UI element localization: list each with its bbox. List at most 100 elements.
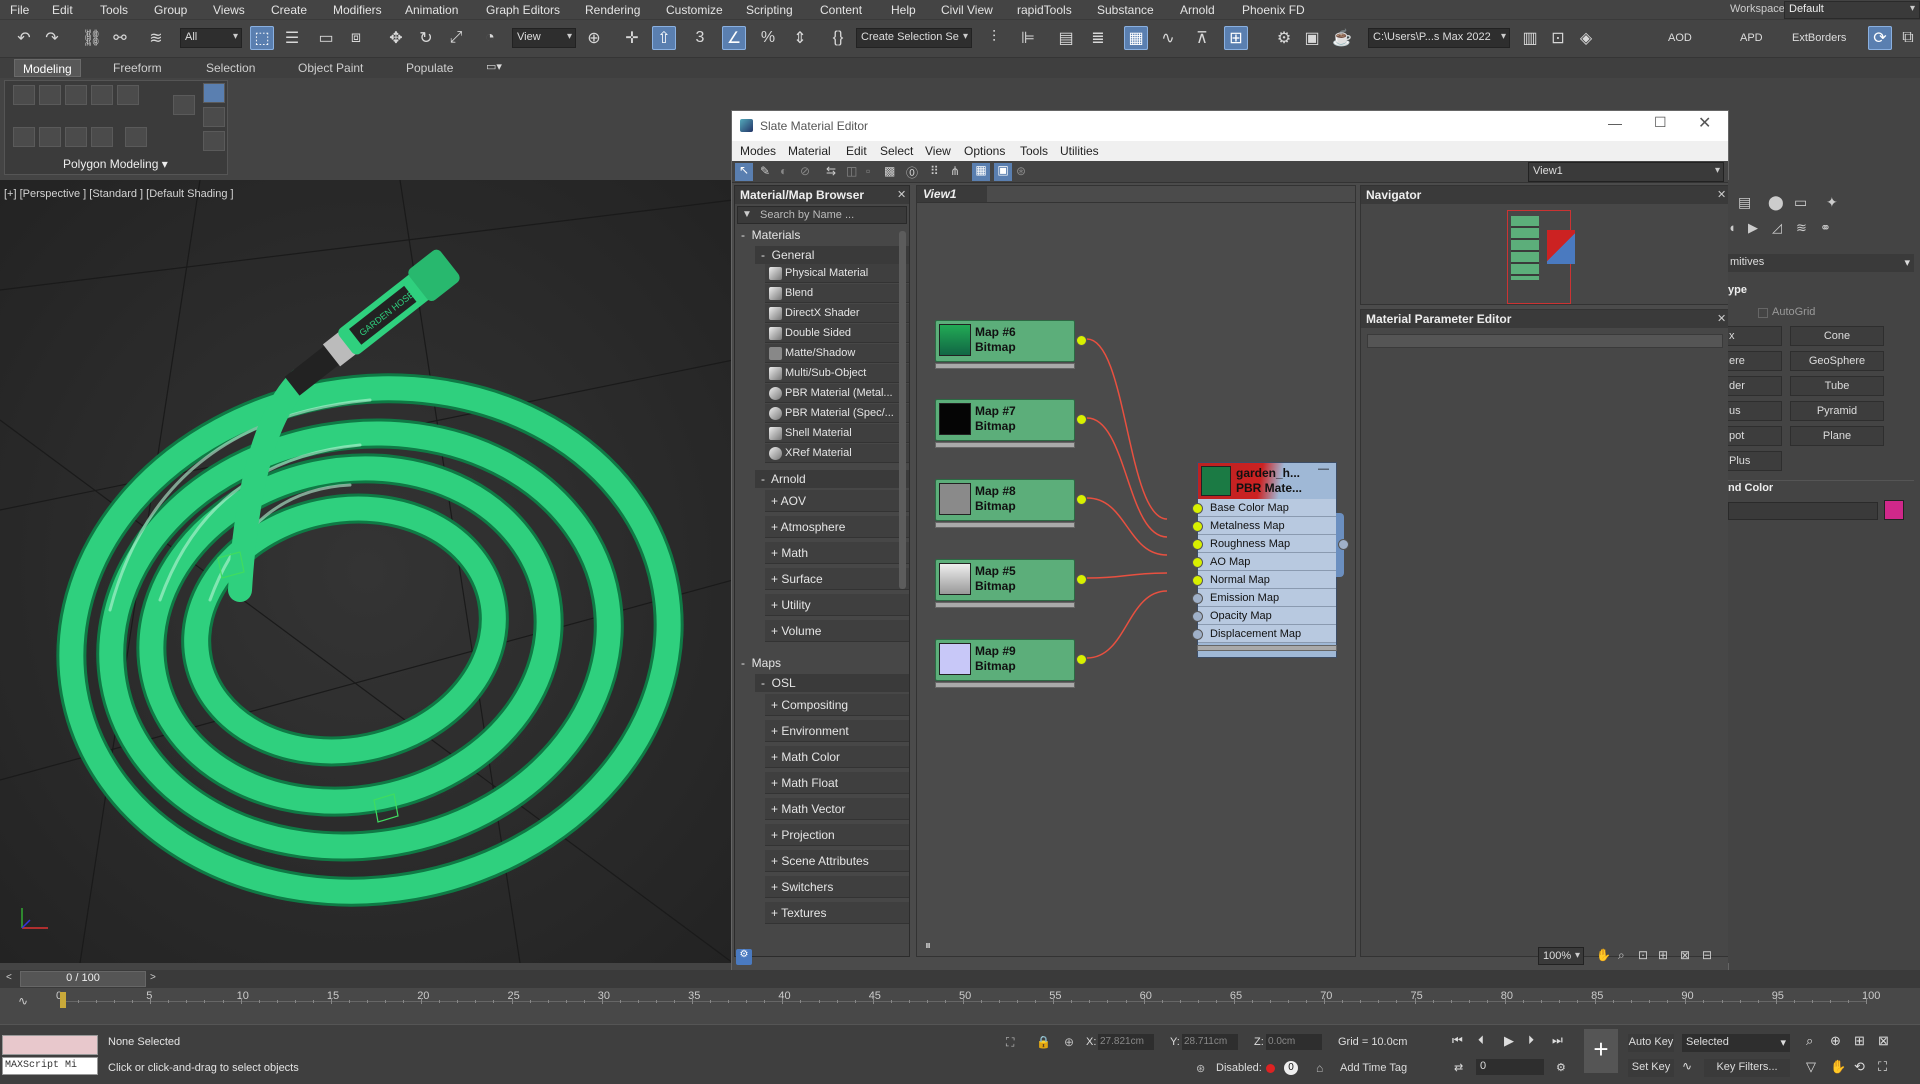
maximize-viewport-icon[interactable]: ⛶ [1878, 1059, 1887, 1075]
pin-stack-icon[interactable] [203, 83, 225, 103]
previous-modifier-icon[interactable] [39, 127, 61, 147]
curve-editor-icon[interactable]: ∿ [1156, 26, 1180, 50]
absolute-mode-icon[interactable]: ⊕ [1064, 1035, 1074, 1049]
select-tool-icon[interactable]: ↖ [735, 163, 753, 181]
pan-to-selected-icon[interactable]: ⊟ [1702, 948, 1712, 962]
angle-snap-icon[interactable]: ∠ [722, 26, 746, 50]
helpers-icon[interactable]: ◿ [1772, 220, 1782, 236]
menu-select[interactable]: Select [880, 144, 913, 158]
rect-selection-icon[interactable]: ▭ [314, 26, 338, 50]
spinner-snap-icon[interactable]: ⇕ [788, 26, 812, 50]
link-icon[interactable]: ⛓ [80, 26, 104, 50]
prev-key-icon[interactable]: ⏴ [1478, 1033, 1484, 1048]
arnold-category[interactable]: + Volume [765, 620, 909, 642]
zoom-extents-all-selected-icon[interactable]: ⊠ [1878, 1033, 1889, 1049]
output-socket[interactable] [1076, 335, 1087, 346]
slot-ao[interactable]: AO Map [1192, 553, 1336, 571]
element-mode-icon[interactable] [117, 85, 139, 105]
plane-button[interactable]: Plane [1790, 426, 1884, 446]
place-icon[interactable]: ◔ [478, 26, 502, 50]
apd-button[interactable]: APD [1740, 32, 1763, 44]
textplus-button[interactable]: Plus [1728, 451, 1782, 471]
minimize-icon[interactable]: — [1608, 115, 1622, 131]
torus-button[interactable]: us [1728, 401, 1782, 421]
align-icon[interactable]: ⊫ [1016, 26, 1040, 50]
object-type-rollout[interactable]: ype [1728, 284, 1747, 296]
default-in-out-tangent-icon[interactable]: ∿ [1682, 1059, 1692, 1073]
tab-object-paint[interactable]: Object Paint [290, 59, 371, 77]
parameter-editor-toggle-icon[interactable]: ▣ [994, 163, 1012, 181]
output-socket[interactable] [1076, 494, 1087, 505]
object-name-field[interactable] [1728, 502, 1878, 520]
goto-start-icon[interactable]: ⏮ [1452, 1033, 1463, 1048]
arnold-category[interactable]: + Atmosphere [765, 516, 909, 538]
viewport-label-menu[interactable]: [+] [Perspective ] [Standard ] [Default … [4, 188, 234, 200]
set-keys-icon[interactable]: + [1584, 1029, 1618, 1073]
material-item[interactable]: Shell Material [765, 424, 909, 443]
menu-scripting[interactable]: Scripting [746, 3, 793, 17]
goto-end-icon[interactable]: ⏭ [1552, 1033, 1563, 1048]
section-osl[interactable]: - OSL [755, 674, 909, 692]
object-color-swatch[interactable] [1884, 500, 1904, 520]
maximize-icon[interactable]: ☐ [1654, 114, 1667, 131]
scene-explorer-icon[interactable]: ▤ [1054, 26, 1078, 50]
show-map-icon[interactable]: ▫ [866, 164, 870, 178]
output-socket[interactable] [1076, 654, 1087, 665]
menu-phoenix-fd[interactable]: Phoenix FD [1242, 3, 1305, 17]
osl-category[interactable]: + Math Float [765, 772, 909, 794]
material-id-icon[interactable]: ⓪ [906, 164, 918, 181]
material-item[interactable]: Multi/Sub-Object [765, 364, 909, 383]
arnold-category[interactable]: + Math [765, 542, 909, 564]
view-select[interactable]: View1 [1528, 162, 1724, 182]
map-node[interactable]: Map #8 Bitmap [935, 479, 1087, 528]
menu-customize[interactable]: Customize [666, 3, 723, 17]
pyramid-button[interactable]: Pyramid [1790, 401, 1884, 421]
menu-modes[interactable]: Modes [740, 144, 776, 158]
name-color-rollout[interactable]: nd Color [1728, 482, 1773, 494]
arnold-category[interactable]: + Utility [765, 594, 909, 616]
material-item[interactable]: Blend [765, 284, 909, 303]
toggle-ribbon-icon[interactable]: ▦ [1124, 26, 1148, 50]
zoom-all-icon[interactable]: ⊕ [1830, 1033, 1841, 1049]
section-maps[interactable]: - Maps [741, 656, 781, 670]
edit-named-sets-icon[interactable]: {} [826, 26, 850, 50]
menu-utilities[interactable]: Utilities [1060, 144, 1099, 158]
map-node[interactable]: Map #5 Bitmap [935, 559, 1087, 608]
modify-tab-icon[interactable]: ▤ [1738, 194, 1751, 211]
key-filters-button[interactable]: Key Filters... [1704, 1059, 1790, 1077]
menu-edit[interactable]: Edit [52, 3, 73, 17]
undo-icon[interactable]: ↶ [12, 26, 36, 50]
menu-rendering[interactable]: Rendering [585, 3, 640, 17]
rendered-frame-window-icon[interactable]: ▣ [1300, 26, 1324, 50]
primitives-dropdown[interactable]: mitives ▾ [1728, 254, 1914, 272]
pan-icon[interactable]: ✋ [1596, 948, 1611, 962]
sphere-button[interactable]: ere [1728, 351, 1782, 371]
show-background-icon[interactable]: ▩ [884, 164, 895, 178]
set-key-button[interactable]: Set Key [1628, 1059, 1674, 1077]
menu-help[interactable]: Help [891, 3, 916, 17]
menu-arnold[interactable]: Arnold [1180, 3, 1215, 17]
cylinder-button[interactable]: der [1728, 376, 1782, 396]
ref-coord-select[interactable]: View [512, 28, 576, 48]
current-frame-field[interactable]: 0 [1476, 1059, 1544, 1075]
record-icon[interactable] [1266, 1064, 1275, 1073]
next-frame-icon[interactable]: > [150, 972, 156, 983]
osl-category[interactable]: + Projection [765, 824, 909, 846]
zoom-icon[interactable]: ⌕ [1618, 948, 1625, 963]
extra-tools-icon[interactable]: ⧉ [1896, 26, 1920, 50]
menu-tools[interactable]: Tools [100, 3, 128, 17]
tab-modeling[interactable]: Modeling [14, 59, 81, 77]
pbr-output-socket[interactable] [1338, 539, 1349, 550]
percent-snap-icon[interactable]: % [756, 26, 780, 50]
section-materials[interactable]: - Materials [741, 228, 800, 242]
time-slider[interactable]: 0 / 100 [20, 971, 146, 987]
auto-key-button[interactable]: Auto Key [1628, 1034, 1674, 1052]
menu-group[interactable]: Group [154, 3, 187, 17]
named-selection-set-select[interactable]: Create Selection Se [856, 28, 972, 48]
modify-mode-icon[interactable] [13, 127, 35, 147]
open-explorer-icon[interactable]: ▥ [1518, 26, 1542, 50]
selection-lock-icon[interactable]: 🔒 [1036, 1035, 1051, 1049]
menu-graph-editors[interactable]: Graph Editors [486, 3, 560, 17]
navigate-hand-icon[interactable]: ⏸ [925, 938, 943, 954]
window-crossing-icon[interactable]: ⧈ [344, 26, 368, 50]
